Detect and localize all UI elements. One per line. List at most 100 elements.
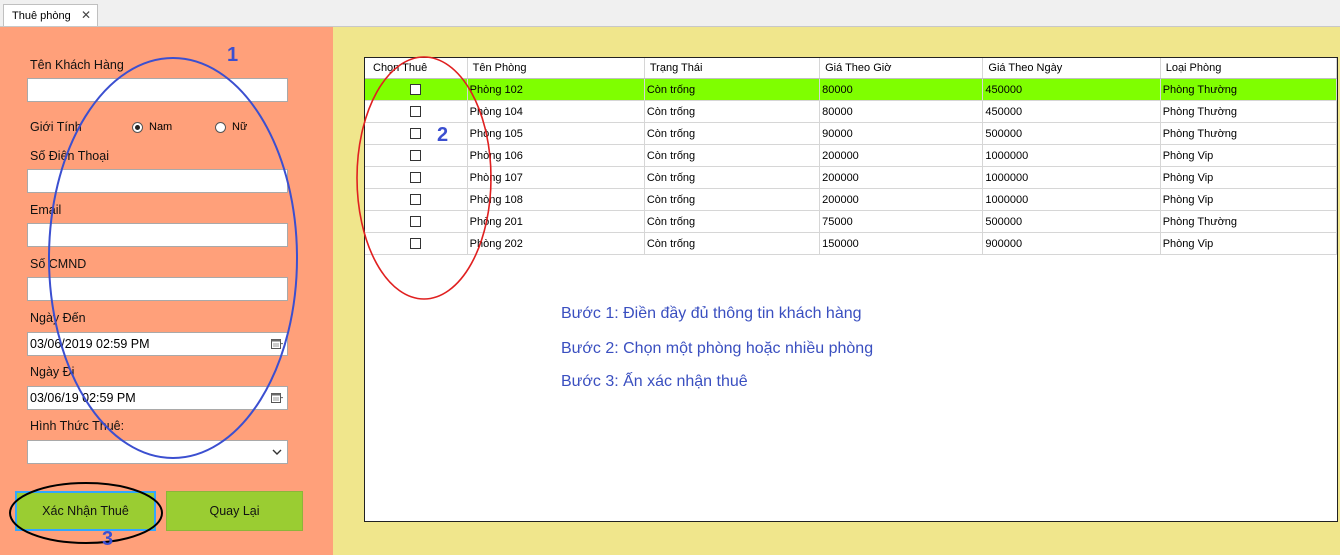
select-cell: [365, 144, 468, 167]
room-type-cell: Phòng Thường: [1160, 122, 1338, 145]
close-icon[interactable]: ✕: [81, 8, 91, 22]
select-room-checkbox[interactable]: [410, 106, 422, 118]
table-row[interactable]: Phòng 201 Còn trống 75000 500000 Phòng Thườn…: [365, 210, 1338, 233]
id-label: Số CMND: [30, 257, 87, 271]
status-cell: Còn trống: [644, 166, 821, 189]
room-name-cell: Phòng 201: [467, 210, 645, 233]
room-name-cell: Phòng 105: [467, 122, 645, 145]
hour-price-cell: 200000: [819, 188, 984, 211]
gender-radio-male[interactable]: Nam: [132, 121, 172, 133]
instruction-step-3: Bước 3: Ấn xác nhận thuê: [561, 373, 748, 390]
tab-thue-phong[interactable]: Thuê phòng ✕: [3, 4, 98, 26]
status-cell: Còn trống: [644, 210, 821, 233]
column-header-select[interactable]: Chọn Thuê: [365, 58, 468, 79]
status-cell: Còn trống: [644, 144, 821, 167]
status-cell: Còn trống: [644, 232, 821, 255]
arrival-label: Ngày Đến: [30, 311, 86, 325]
column-header-hour-price[interactable]: Giá Theo Giờ: [819, 58, 984, 79]
radio-checked-icon: [132, 121, 143, 133]
column-header-day-price[interactable]: Giá Theo Ngày: [982, 58, 1161, 79]
select-cell: [365, 122, 468, 145]
room-type-cell: Phòng Vip: [1160, 166, 1338, 189]
tab-strip: Thuê phòng ✕: [0, 0, 1340, 27]
phone-input[interactable]: [27, 169, 288, 193]
day-price-cell: 450000: [982, 78, 1161, 101]
back-button[interactable]: Quay Lại: [166, 491, 303, 531]
room-name-cell: Phòng 104: [467, 100, 645, 123]
hour-price-cell: 80000: [819, 78, 984, 101]
hour-price-cell: 200000: [819, 166, 984, 189]
departure-date-value: 03/06/19 02:59 PM: [30, 391, 136, 405]
column-header-room-name[interactable]: Tên Phòng: [467, 58, 645, 79]
instruction-step-1: Bước 1: Điền đầy đủ thông tin khách hàng: [561, 305, 862, 322]
room-name-cell: Phòng 102: [467, 78, 645, 101]
hour-price-cell: 90000: [819, 122, 984, 145]
hour-price-cell: 200000: [819, 144, 984, 167]
select-room-checkbox[interactable]: [410, 216, 422, 228]
email-label: Email: [30, 203, 62, 217]
id-input[interactable]: [27, 277, 288, 301]
room-type-cell: Phòng Vip: [1160, 144, 1338, 167]
annotation-number-1: 1: [227, 44, 239, 66]
day-price-cell: 1000000: [982, 188, 1161, 211]
gender-label: Giới Tính: [30, 120, 82, 134]
gender-radio-female[interactable]: Nữ: [215, 121, 247, 133]
select-cell: [365, 78, 468, 101]
departure-label: Ngày Đi: [30, 365, 75, 379]
room-table: Chọn Thuê Tên Phòng Trạng Thái Giá Theo …: [365, 58, 1338, 255]
customer-name-input[interactable]: [27, 78, 288, 102]
status-cell: Còn trống: [644, 78, 821, 101]
gender-option-male: Nam: [149, 121, 173, 133]
column-header-room-type[interactable]: Loại Phòng: [1160, 58, 1338, 79]
annotation-number-3: 3: [102, 528, 114, 550]
status-cell: Còn trống: [644, 122, 821, 145]
select-cell: [365, 210, 468, 233]
select-room-checkbox[interactable]: [410, 128, 422, 140]
table-row[interactable]: Phòng 105 Còn trống 90000 500000 Phòng Thườn…: [365, 122, 1338, 145]
instruction-step-2: Bước 2: Chọn một phòng hoặc nhiều phòng: [561, 340, 874, 357]
room-type-cell: Phòng Vip: [1160, 232, 1338, 255]
select-room-checkbox[interactable]: [410, 194, 422, 206]
room-type-cell: Phòng Thường: [1160, 78, 1338, 101]
confirm-rent-button[interactable]: Xác Nhận Thuê: [15, 491, 156, 531]
table-row[interactable]: Phòng 108 Còn trống 200000 1000000 Phòng Vip: [365, 188, 1338, 211]
hour-price-cell: 75000: [819, 210, 984, 233]
hour-price-cell: 150000: [819, 232, 984, 255]
calendar-icon[interactable]: [271, 392, 283, 403]
column-header-status[interactable]: Trạng Thái: [644, 58, 821, 79]
room-name-cell: Phòng 107: [467, 166, 645, 189]
departure-date-picker[interactable]: 03/06/19 02:59 PM: [27, 386, 288, 410]
table-row[interactable]: Phòng 102 Còn trống 80000 450000 Phòng Thườn…: [365, 78, 1338, 101]
select-cell: [365, 166, 468, 189]
select-cell: [365, 188, 468, 211]
phone-label: Số Điện Thoại: [30, 149, 109, 163]
day-price-cell: 500000: [982, 122, 1161, 145]
select-cell: [365, 100, 468, 123]
select-room-checkbox[interactable]: [410, 238, 422, 250]
status-cell: Còn trống: [644, 100, 821, 123]
room-type-cell: Phòng Thường: [1160, 210, 1338, 233]
day-price-cell: 1000000: [982, 144, 1161, 167]
arrival-date-picker[interactable]: 03/06/2019 02:59 PM: [27, 332, 288, 356]
radio-unchecked-icon: [215, 121, 226, 133]
email-input[interactable]: [27, 223, 288, 247]
tab-label: Thuê phòng: [12, 9, 71, 22]
table-row[interactable]: Phòng 202 Còn trống 150000 900000 Phòng Vip: [365, 232, 1338, 255]
day-price-cell: 450000: [982, 100, 1161, 123]
calendar-icon[interactable]: [271, 338, 283, 349]
hour-price-cell: 80000: [819, 100, 984, 123]
table-row[interactable]: Phòng 106 Còn trống 200000 1000000 Phòng Vip: [365, 144, 1338, 167]
status-cell: Còn trống: [644, 188, 821, 211]
table-row[interactable]: Phòng 107 Còn trống 200000 1000000 Phòng Vip: [365, 166, 1338, 189]
day-price-cell: 1000000: [982, 166, 1161, 189]
gender-option-female: Nữ: [232, 121, 248, 133]
select-room-checkbox[interactable]: [410, 84, 422, 96]
select-room-checkbox[interactable]: [410, 150, 422, 162]
select-room-checkbox[interactable]: [410, 172, 422, 184]
dropdown-arrow-icon[interactable]: [272, 449, 282, 456]
room-grid[interactable]: Chọn Thuê Tên Phòng Trạng Thái Giá Theo …: [364, 57, 1338, 522]
select-cell: [365, 232, 468, 255]
rental-type-select[interactable]: [27, 440, 288, 464]
table-header-row: Chọn Thuê Tên Phòng Trạng Thái Giá Theo …: [365, 58, 1338, 79]
table-row[interactable]: Phòng 104 Còn trống 80000 450000 Phòng Thườn…: [365, 100, 1338, 123]
